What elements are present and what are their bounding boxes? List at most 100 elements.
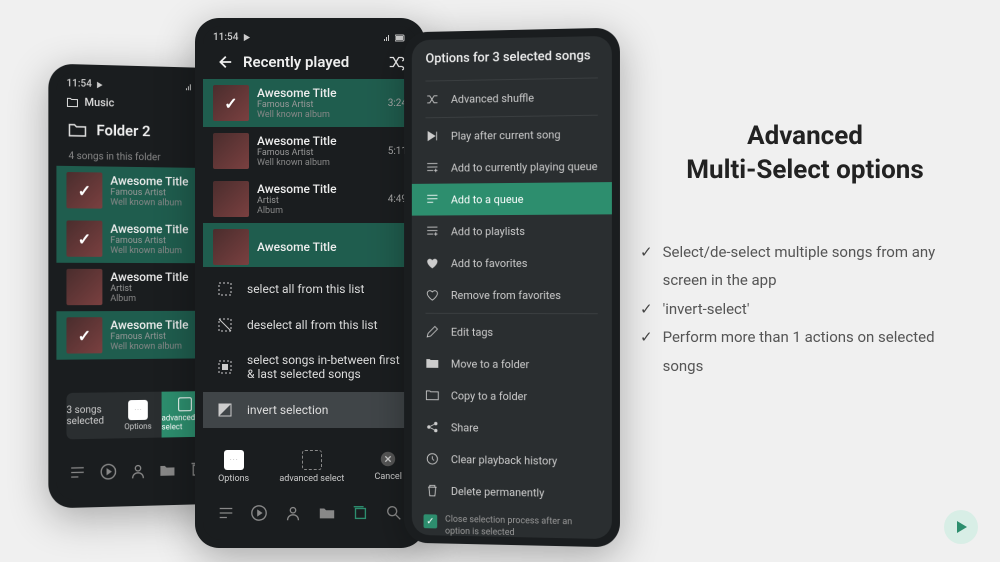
trash-icon	[425, 484, 439, 498]
cancel-button[interactable]: Cancel	[375, 450, 402, 484]
feature-item: 'invert-select'	[640, 295, 970, 324]
opt-copy-folder[interactable]: Copy to a folder	[412, 379, 612, 413]
song-row[interactable]: Awesome Title Famous Artist Well known a…	[56, 214, 218, 263]
screen-header: Recently played	[203, 45, 417, 79]
status-bar: 11:54	[203, 26, 417, 45]
album-art[interactable]	[66, 269, 102, 305]
options-icon: ⋯	[128, 399, 148, 419]
folder-count: 4 songs in this folder	[56, 147, 218, 169]
playlist-add-icon	[425, 224, 439, 238]
album-art-checked[interactable]	[213, 85, 249, 121]
heart-outline-icon	[425, 288, 439, 302]
back-icon[interactable]	[215, 53, 233, 71]
feature-item: Perform more than 1 actions on selected …	[640, 323, 970, 380]
advanced-select-menu: select all from this list deselect all f…	[203, 267, 417, 432]
nav-folder-icon[interactable]	[159, 461, 177, 479]
options-icon: ⋯	[224, 450, 244, 470]
menu-select-between[interactable]: select songs in-between first & last sel…	[203, 343, 417, 392]
opt-add-current-queue[interactable]: Add to currently playing queue	[412, 150, 612, 184]
nav-library-icon[interactable]	[351, 504, 369, 522]
album-art-checked[interactable]	[66, 317, 102, 353]
play-icon	[242, 33, 251, 42]
folder-icon	[66, 97, 78, 107]
options-panel-header: Options for 3 selected songs	[412, 36, 612, 79]
song-row[interactable]: Awesome Title Artist Album	[56, 263, 218, 311]
play-icon	[96, 80, 104, 88]
shuffle-icon[interactable]	[387, 53, 405, 71]
bottom-nav	[203, 496, 417, 530]
nav-play-icon[interactable]	[250, 504, 268, 522]
folder-icon	[68, 123, 86, 137]
action-toolbar: ⋯ Options advanced select Cancel	[203, 442, 417, 492]
close-icon	[379, 450, 397, 468]
shuffle-icon	[425, 92, 439, 106]
album-art[interactable]	[213, 133, 249, 169]
opt-delete[interactable]: Delete permanently	[412, 474, 612, 510]
opt-add-queue[interactable]: Add to a queue	[412, 182, 612, 216]
selection-toolbar: 3 songs selected ⋯ Options advanced sele…	[66, 391, 208, 439]
marketing-title: Advanced Multi-Select options	[640, 120, 970, 188]
status-time: 11:54	[66, 78, 91, 90]
folder-copy-icon	[425, 388, 439, 402]
opt-clear-history[interactable]: Clear playback history	[412, 443, 612, 478]
battery-icon	[395, 34, 407, 42]
opt-play-after[interactable]: Play after current song	[412, 118, 612, 153]
folder-move-icon	[425, 356, 439, 370]
opt-add-favorites[interactable]: Add to favorites	[412, 247, 612, 279]
checkbox-checked-icon[interactable]: ✓	[424, 514, 438, 528]
history-icon	[425, 452, 439, 466]
queue-add-icon	[425, 161, 439, 175]
signal-icon	[383, 34, 393, 42]
album-art-checked[interactable]	[66, 172, 102, 209]
invert-icon	[217, 402, 233, 418]
options-button[interactable]: ⋯ Options	[218, 450, 249, 484]
song-row[interactable]: Awesome Title Famous Artist Well known a…	[56, 166, 218, 216]
nav-play-icon[interactable]	[99, 462, 117, 480]
opt-share[interactable]: Share	[412, 411, 612, 445]
opt-edit-tags[interactable]: Edit tags	[412, 316, 612, 349]
select-all-icon	[217, 281, 233, 297]
song-row[interactable]: Awesome Title	[203, 223, 417, 267]
folder-title: Folder 2	[96, 121, 206, 141]
share-icon	[425, 420, 439, 434]
advanced-icon	[302, 450, 322, 470]
folder-header: Folder 2	[56, 112, 218, 149]
opt-move-folder[interactable]: Move to a folder	[412, 347, 612, 380]
heart-icon	[425, 256, 439, 270]
play-logo-icon	[953, 519, 969, 535]
menu-select-all[interactable]: select all from this list	[203, 271, 417, 307]
nav-folder-icon[interactable]	[318, 504, 336, 522]
selection-count: 3 songs selected	[66, 392, 114, 439]
nav-queue-icon[interactable]	[217, 504, 235, 522]
opt-advanced-shuffle[interactable]: Advanced shuffle	[412, 80, 612, 115]
song-row[interactable]: Awesome Title Famous Artist Well known a…	[203, 79, 417, 127]
pencil-icon	[425, 325, 439, 339]
opt-remove-favorites[interactable]: Remove from favorites	[412, 279, 612, 311]
song-title: Awesome Title	[110, 174, 208, 189]
advanced-select-button[interactable]: advanced select	[279, 450, 344, 484]
song-album: Well known album	[110, 198, 208, 209]
nav-person-icon[interactable]	[129, 462, 147, 480]
queue-icon	[425, 193, 439, 207]
deselect-all-icon	[217, 317, 233, 333]
nav-person-icon[interactable]	[284, 504, 302, 522]
menu-deselect-all[interactable]: deselect all from this list	[203, 307, 417, 343]
options-footer[interactable]: ✓ Close selection process after an optio…	[412, 506, 612, 539]
bottom-nav	[56, 452, 218, 490]
nav-queue-icon[interactable]	[69, 463, 87, 482]
song-row[interactable]: Awesome Title Artist Album 4:49	[203, 175, 417, 223]
opt-add-playlists[interactable]: Add to playlists	[412, 214, 612, 247]
play-next-icon	[425, 129, 439, 143]
album-art[interactable]	[213, 229, 249, 265]
album-art[interactable]	[213, 181, 249, 217]
select-between-icon	[217, 359, 233, 375]
song-row[interactable]: Awesome Title Famous Artist Well known a…	[56, 311, 218, 360]
nav-search-icon[interactable]	[385, 504, 403, 522]
signal-icon	[185, 83, 195, 91]
feature-item: Select/de-select multiple songs from any…	[640, 238, 970, 295]
song-row[interactable]: Awesome Title Famous Artist Well known a…	[203, 127, 417, 175]
advanced-icon	[178, 397, 192, 411]
options-button[interactable]: ⋯ Options	[114, 392, 161, 439]
album-art-checked[interactable]	[66, 220, 102, 256]
menu-invert-selection[interactable]: invert selection	[203, 392, 417, 428]
